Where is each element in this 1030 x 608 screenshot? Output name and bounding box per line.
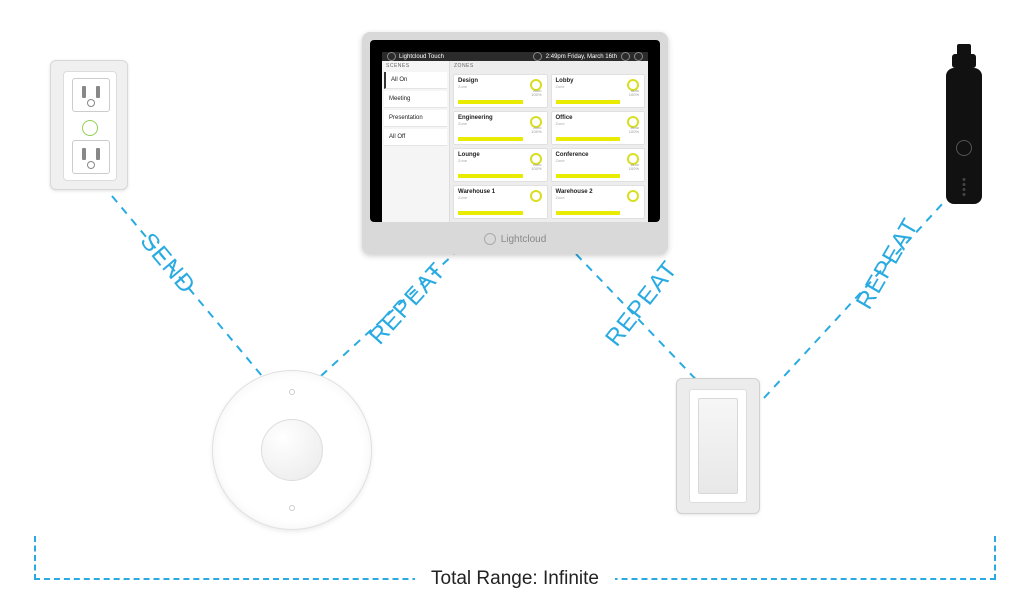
zone-card[interactable]: Warehouse 1Zone (453, 185, 548, 219)
link-label-repeat: REPEAT (851, 214, 925, 315)
brand-icon (387, 52, 396, 61)
scene-item[interactable]: Presentation (384, 110, 447, 127)
scenes-header: SCENES (382, 61, 449, 71)
brand-ring-icon (484, 233, 496, 245)
touch-panel-device: Lightcloud Touch 2:49pm Friday, March 16… (362, 32, 668, 254)
tablet-title: Lightcloud Touch (399, 54, 444, 60)
link-label-repeat: REPEAT (364, 257, 452, 350)
zone-card[interactable]: DesignZoneAuto100% (453, 74, 548, 108)
zone-grid: DesignZoneAuto100% LobbyZoneAuto100% Eng… (450, 71, 648, 222)
occupancy-sensor-device (212, 370, 372, 530)
zone-card[interactable]: ConferenceZoneAuto100% (551, 148, 646, 182)
zone-card[interactable]: Warehouse 2Zone (551, 185, 646, 219)
status-icon (533, 52, 542, 61)
tablet-clock: 2:49pm Friday, March 16th (546, 54, 617, 60)
link-label-send: SEND (134, 228, 201, 300)
tablet-brand: Lightcloud (362, 224, 668, 254)
zones-header: ZONES (450, 61, 648, 71)
wall-switch-device (676, 378, 760, 514)
scene-item[interactable]: Meeting (384, 91, 447, 108)
brightness-ring-icon (530, 190, 542, 202)
menu-icon (621, 52, 630, 61)
brightness-ring-icon (627, 190, 639, 202)
settings-icon (634, 52, 643, 61)
tablet-topbar: Lightcloud Touch 2:49pm Friday, March 16… (382, 52, 648, 61)
power-button-icon (956, 140, 972, 156)
power-icon (82, 120, 98, 136)
link-label-repeat: REPEAT (600, 256, 684, 352)
zone-card[interactable]: OfficeZoneAuto100% (551, 111, 646, 145)
zone-card[interactable]: LoungeZoneAuto100% (453, 148, 548, 182)
scene-item[interactable]: All On (384, 72, 447, 89)
sensor-dome-icon (261, 419, 323, 481)
rocker-switch (698, 398, 738, 494)
range-label: Total Range: Infinite (415, 568, 615, 590)
scene-item[interactable]: All Off (384, 129, 447, 146)
wireless-controller-device (946, 44, 982, 206)
zone-card[interactable]: LobbyZoneAuto100% (551, 74, 646, 108)
zone-card[interactable]: EngineeringZoneAuto100% (453, 111, 548, 145)
smart-outlet-device (50, 60, 128, 190)
